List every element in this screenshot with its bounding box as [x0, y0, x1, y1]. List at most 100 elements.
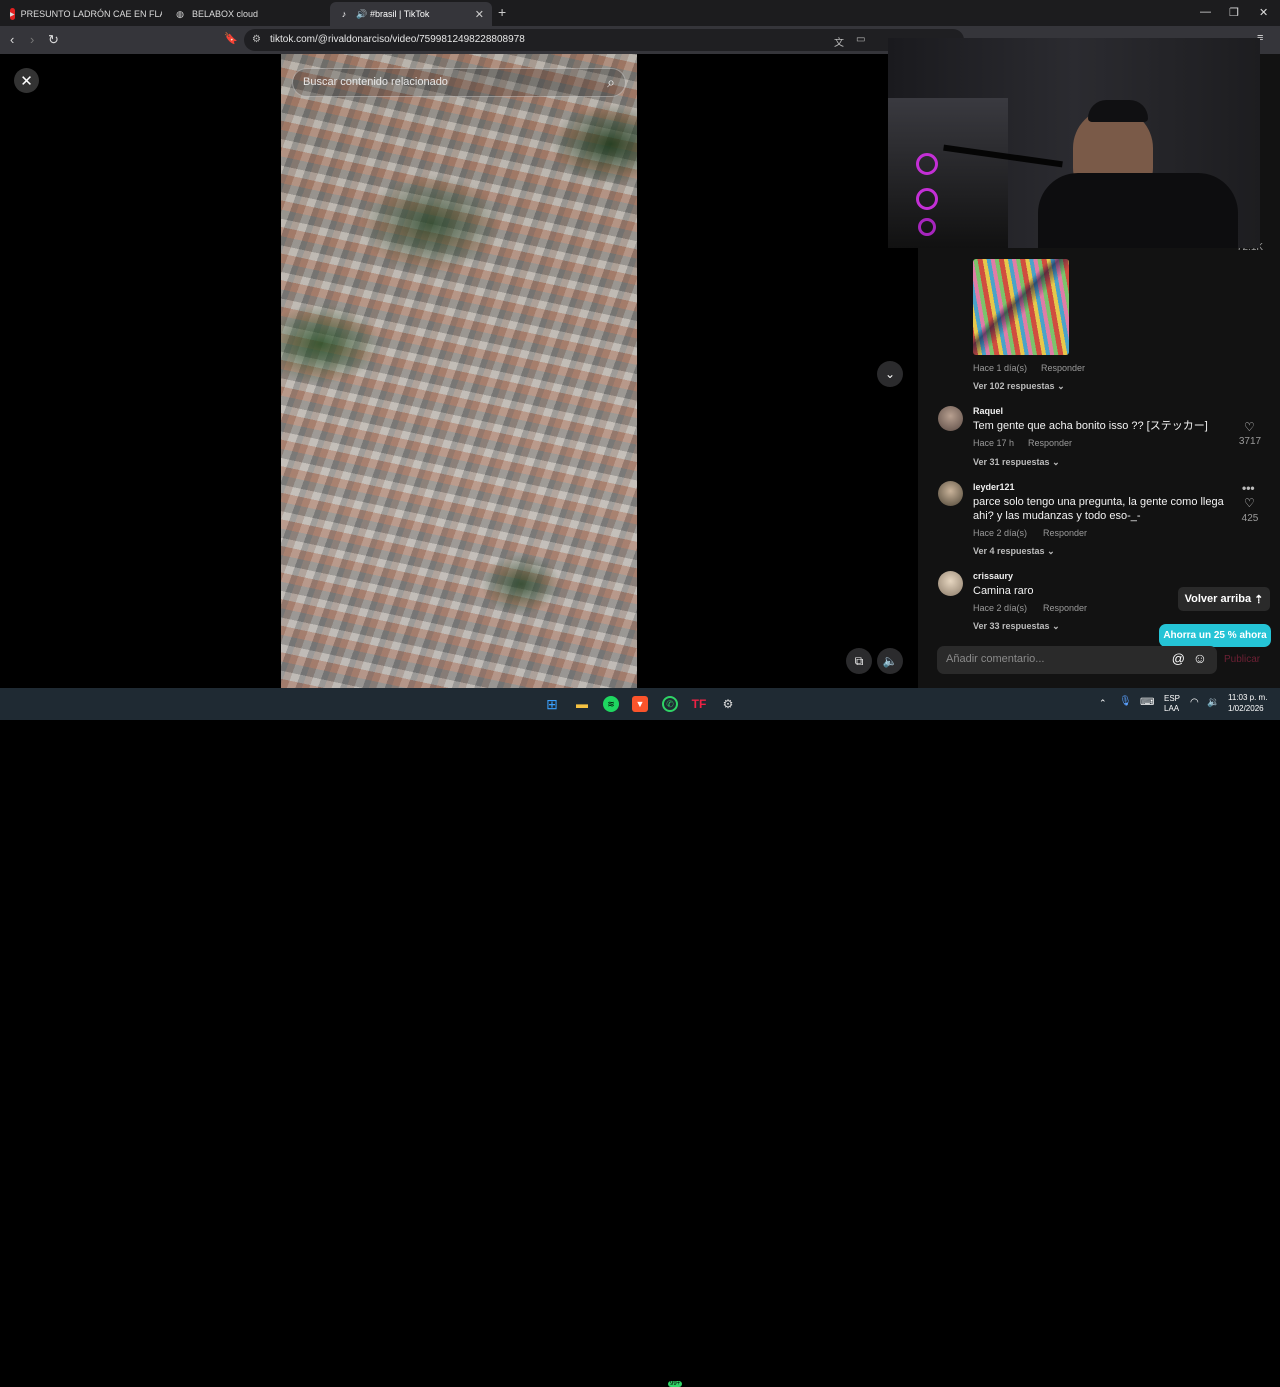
window-close-icon[interactable]: ✕	[1259, 6, 1268, 19]
clock-time[interactable]: 11:03 p. m.	[1228, 693, 1267, 702]
minimize-icon[interactable]: —	[1200, 6, 1211, 18]
view-replies-button[interactable]: Ver 4 respuestas ⌄	[973, 546, 1055, 557]
view-replies-button[interactable]: Ver 102 respuestas ⌄	[973, 381, 1065, 392]
webcam-overlay	[888, 38, 1260, 248]
miniplayer-icon: ⧉	[854, 653, 864, 668]
language-layout: LAA	[1164, 704, 1180, 713]
back-icon[interactable]: ‹	[10, 32, 14, 47]
pc-case	[888, 98, 1008, 248]
tab-belabox[interactable]: ◍ BELABOX cloud	[166, 2, 326, 26]
restore-icon[interactable]: ❐	[1229, 6, 1239, 19]
related-search-input[interactable]: Buscar contenido relacionado ⌕	[292, 68, 626, 97]
reply-button[interactable]: Responder	[1043, 603, 1087, 613]
url-text: tiktok.com/@rivaldonarciso/video/7599812…	[270, 34, 525, 45]
add-comment-input[interactable]: Añadir comentario... @ ☺	[937, 646, 1217, 674]
keyboard-icon[interactable]: ⌨	[1140, 697, 1154, 708]
comment-text: parce solo tengo una pregunta, la gente …	[973, 496, 1224, 522]
search-placeholder: Buscar contenido relacionado	[303, 76, 448, 88]
taskbar: ⊞ ▬ ≋ ▼ ✆ 99+ TF ⚙ ⌃ 🎙 ⌨ ESP LAA ◠ 🔉 11:…	[0, 688, 1280, 1387]
globe-icon: ◍	[176, 8, 184, 19]
more-options-icon[interactable]: •••	[1242, 481, 1255, 495]
avatar[interactable]	[938, 571, 963, 596]
chevron-down-icon: ⌄	[884, 367, 896, 381]
comment-time: Hace 17 h	[973, 438, 1015, 448]
wifi-icon[interactable]: ◠	[1190, 697, 1199, 708]
reply-button[interactable]: Responder	[1043, 528, 1087, 538]
heart-icon[interactable]: ♡	[1244, 420, 1255, 434]
reply-button[interactable]: Responder	[1028, 438, 1072, 448]
view-replies-button[interactable]: Ver 31 respuestas ⌄	[973, 457, 1060, 468]
comment-time: Hace 1 día(s)	[973, 363, 1028, 373]
miniplayer-button[interactable]: ⧉	[846, 648, 872, 674]
url-field[interactable]: ⚙ tiktok.com/@rivaldonarciso/video/75998…	[244, 29, 964, 51]
reload-icon[interactable]: ↻	[48, 32, 59, 48]
tab-label: PRESUNTO LADRÓN CAE EN FLAG	[20, 9, 162, 19]
forward-icon[interactable]: ›	[30, 32, 34, 47]
promo-button[interactable]: Ahorra un 25 % ahora	[1159, 624, 1271, 647]
avatar[interactable]	[938, 406, 963, 431]
whatsapp-icon[interactable]: ✆	[662, 696, 678, 712]
arrow-up-icon: ⇡	[1254, 593, 1264, 606]
whatsapp-badge: 99+	[668, 1381, 683, 1387]
youtube-icon: ▶	[10, 8, 15, 20]
bookmark-icon[interactable]: 🔖	[224, 32, 238, 45]
tab-label: #brasil | TikTok	[370, 9, 430, 19]
screen-icon[interactable]: ▭	[856, 34, 865, 45]
brave-icon[interactable]: ▼	[632, 696, 648, 712]
tiktok-icon: ♪	[341, 9, 347, 19]
tab-youtube[interactable]: ▶ PRESUNTO LADRÓN CAE EN FLAG	[2, 2, 162, 26]
video-player[interactable]	[281, 54, 637, 688]
new-tab-button[interactable]: +	[498, 4, 506, 20]
settings-icon[interactable]: ⚙	[720, 696, 736, 712]
language-code[interactable]: ESP	[1164, 694, 1180, 703]
back-to-top-label: Volver arriba	[1184, 593, 1252, 605]
streamer-shirt	[1038, 173, 1238, 248]
avatar[interactable]	[938, 481, 963, 506]
like-count: 3717	[1238, 436, 1262, 447]
tab-label: BELABOX cloud	[192, 9, 259, 19]
streamer-cap	[1088, 100, 1148, 122]
publish-button[interactable]: Publicar	[1224, 654, 1260, 665]
clock-date: 1/02/2026	[1228, 704, 1264, 713]
file-explorer-icon[interactable]: ▬	[574, 696, 590, 712]
view-replies-label: Ver 102 respuestas	[973, 381, 1055, 391]
chevron-up-icon[interactable]: ⌃	[1099, 698, 1107, 709]
speaker-icon[interactable]: 🔊	[356, 8, 368, 20]
view-replies-button[interactable]: Ver 33 respuestas ⌄	[973, 621, 1060, 632]
volume-button[interactable]: 🔈	[877, 648, 903, 674]
heart-icon[interactable]: ♡	[1244, 496, 1255, 510]
mention-icon[interactable]: @	[1172, 651, 1185, 666]
view-replies-label: Ver 31 respuestas	[973, 457, 1050, 467]
next-video-button[interactable]: ⌄	[877, 361, 903, 387]
comment-image[interactable]	[973, 259, 1069, 355]
tf-app-icon[interactable]: TF	[691, 696, 707, 712]
close-video-button[interactable]: ✕	[14, 68, 39, 93]
comment-username[interactable]: crissaury	[973, 571, 1013, 581]
fan-light	[916, 153, 938, 175]
volume-icon: 🔈	[882, 654, 898, 668]
like-count: 425	[1241, 513, 1259, 524]
comment-username[interactable]: Raquel	[973, 406, 1003, 416]
reply-button[interactable]: Responder	[1041, 363, 1085, 373]
windows-start-icon[interactable]: ⊞	[544, 696, 560, 712]
back-to-top-button[interactable]: Volver arriba ⇡	[1178, 587, 1270, 611]
fan-light	[916, 188, 938, 210]
site-info-icon[interactable]: ⚙	[252, 34, 261, 45]
volume-tray-icon[interactable]: 🔉	[1207, 697, 1219, 708]
emoji-icon[interactable]: ☺	[1193, 650, 1207, 666]
view-replies-label: Ver 33 respuestas	[973, 621, 1050, 631]
comment-time: Hace 2 día(s)	[973, 528, 1028, 538]
close-tab-icon[interactable]: ✕	[475, 8, 484, 21]
comment-text: Tem gente que acha bonito isso ?? [ステッカー…	[973, 420, 1208, 432]
translate-icon[interactable]: 文	[834, 34, 844, 49]
search-icon[interactable]: ⌕	[607, 74, 615, 91]
tab-tiktok[interactable]: ♪ 🔊 #brasil | TikTok ✕	[330, 2, 492, 26]
comment-placeholder: Añadir comentario...	[946, 653, 1045, 665]
microphone-icon[interactable]: 🎙	[1119, 696, 1132, 707]
comment-time: Hace 2 día(s)	[973, 603, 1028, 613]
tab-strip: ▶ PRESUNTO LADRÓN CAE EN FLAG ◍ BELABOX …	[0, 0, 1280, 26]
spotify-icon[interactable]: ≋	[603, 696, 619, 712]
comment-username[interactable]: leyder121	[973, 482, 1015, 492]
fan-light	[918, 218, 936, 236]
view-replies-label: Ver 4 respuestas	[973, 546, 1045, 556]
